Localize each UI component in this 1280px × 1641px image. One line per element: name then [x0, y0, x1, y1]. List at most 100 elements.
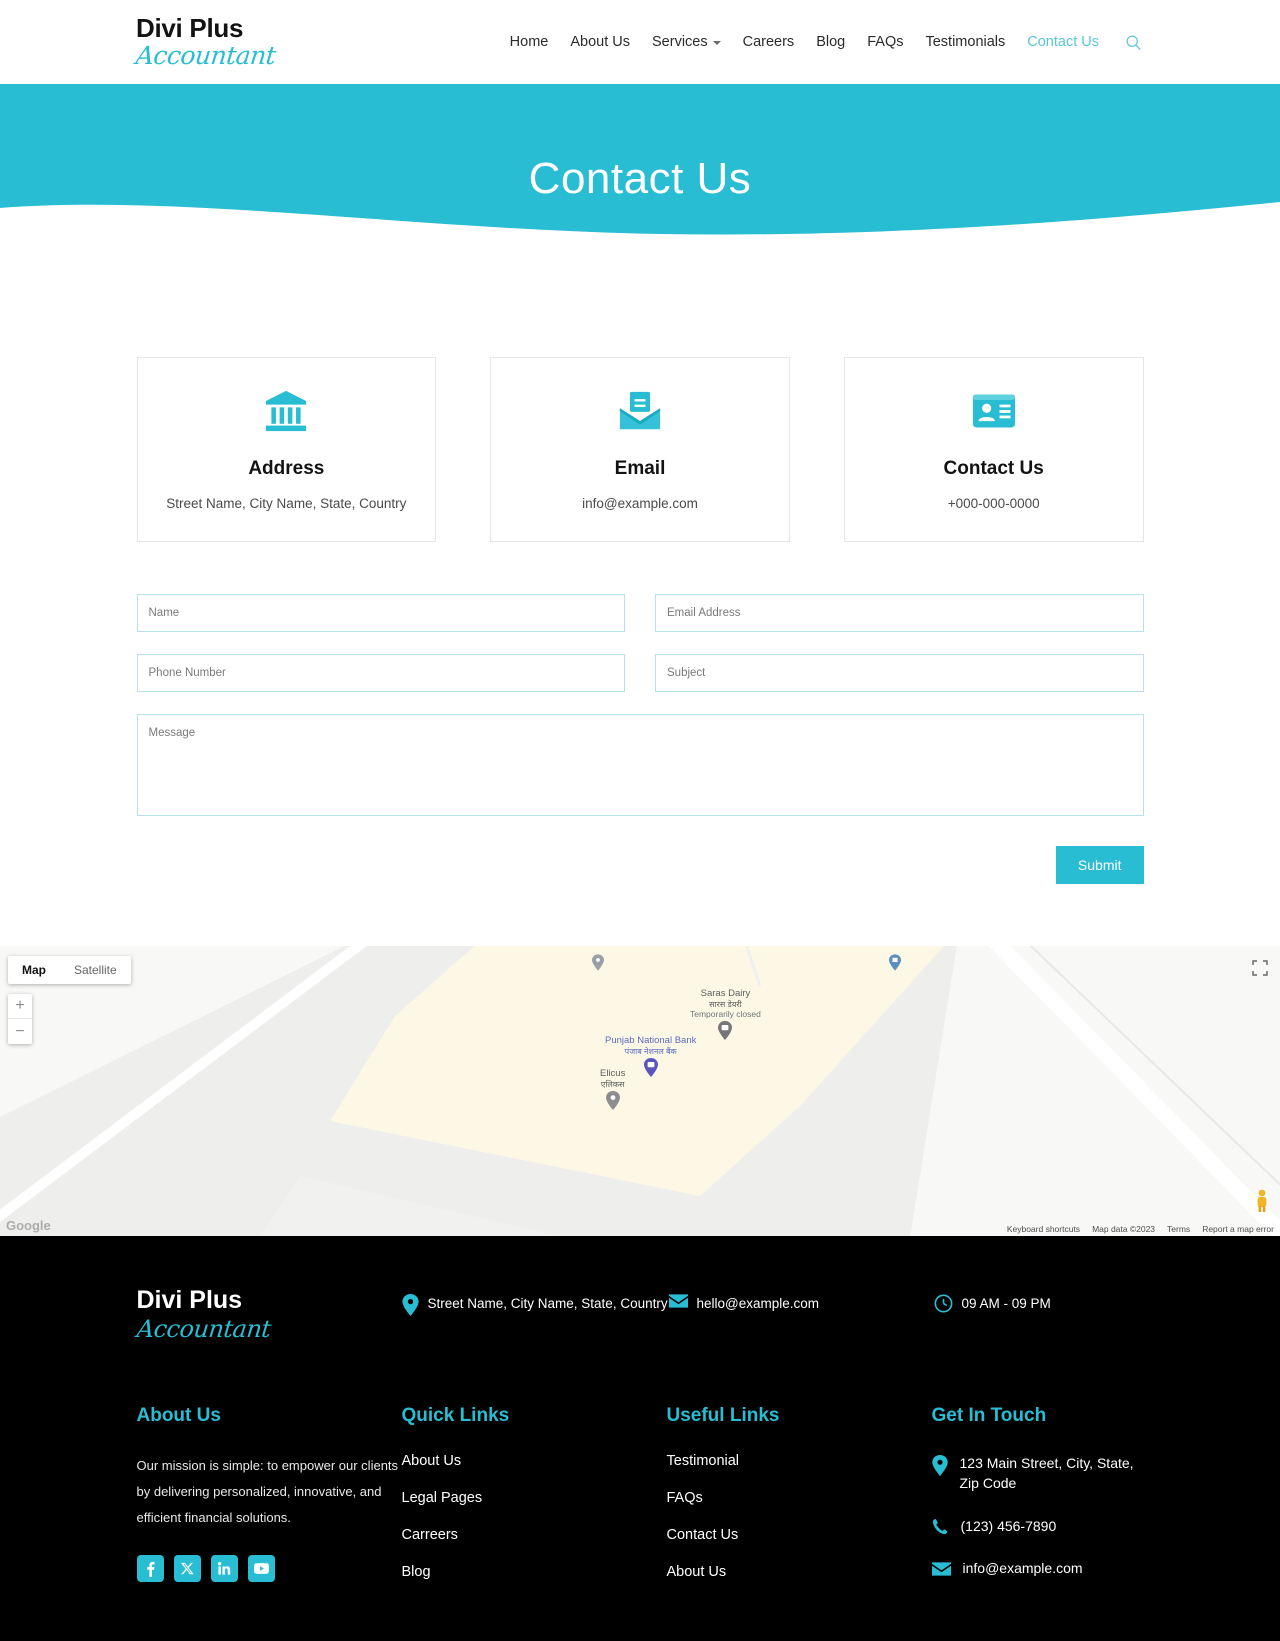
map-marker-icon	[605, 1091, 620, 1111]
footer-logo-primary-text: Divi Plus	[136, 1286, 243, 1314]
hero-wave-divider	[0, 202, 1280, 260]
chevron-down-icon	[712, 41, 721, 45]
footer-link-carreers[interactable]: Carreers	[402, 1527, 667, 1543]
x-twitter-icon[interactable]	[173, 1555, 201, 1582]
footer-link-faqs[interactable]: FAQs	[667, 1490, 932, 1506]
footer-email-text[interactable]: hello@example.com	[697, 1294, 820, 1314]
poi-sublabel: पंजाब नेशनल बैंक	[624, 1046, 677, 1056]
footer-link-testimonial[interactable]: Testimonial	[667, 1453, 932, 1469]
map-data-text: Map data ©2023	[1092, 1224, 1156, 1234]
card-text: Street Name, City Name, State, Country	[166, 496, 407, 511]
email-input[interactable]	[655, 594, 1144, 632]
card-title: Email	[614, 458, 666, 479]
footer-heading-about: About Us	[136, 1405, 221, 1426]
poi-sublabel: एलिकस	[600, 1079, 625, 1089]
footer-column-about: About Us Our mission is simple: to empow…	[136, 1405, 402, 1601]
footer-column-useful-links: Useful Links Testimonial FAQs Contact Us…	[667, 1405, 932, 1601]
linkedin-icon[interactable]	[210, 1555, 238, 1582]
contact-page: Divi Plus Accountant Home About Us Servi…	[0, 0, 1280, 1641]
nav-label: Contact Us	[1027, 34, 1099, 50]
footer-contact-email-text[interactable]: info@example.com	[963, 1558, 1083, 1578]
contact-card-phone: Contact Us +000-000-0000	[843, 357, 1144, 542]
footer-heading-useful-links: Useful Links	[666, 1405, 780, 1426]
facebook-icon[interactable]	[136, 1555, 164, 1582]
map-marker-icon	[718, 1021, 733, 1041]
footer-logo[interactable]: Divi Plus Accountant	[135, 1286, 402, 1344]
zoom-in-button[interactable]: +	[8, 994, 32, 1019]
main-navigation: Home About Us Services Careers Blog FAQs…	[510, 34, 1142, 51]
nav-item-blog[interactable]: Blog	[816, 34, 845, 50]
zoom-out-button[interactable]: −	[8, 1019, 32, 1044]
map-type-toggle[interactable]: Map Satellite	[8, 956, 131, 984]
footer-link-about-us-2[interactable]: About Us	[667, 1564, 932, 1580]
terms-link[interactable]: Terms	[1167, 1224, 1190, 1234]
form-row-2	[136, 654, 1144, 692]
nav-item-testimonials[interactable]: Testimonials	[925, 34, 1005, 50]
footer-heading-quick-links: Quick Links	[401, 1405, 510, 1426]
location-pin-icon	[931, 1455, 948, 1476]
message-textarea[interactable]	[136, 714, 1144, 816]
envelope-icon	[931, 1562, 951, 1576]
map-attribution: Keyboard shortcuts Map data ©2023 Terms …	[1001, 1222, 1280, 1236]
footer-contact-address-text: 123 Main Street, City, State, Zip Code	[959, 1455, 1134, 1492]
open-envelope-icon	[511, 388, 769, 434]
site-footer: Divi Plus Accountant Street Name, City N…	[0, 1236, 1280, 1641]
nav-item-careers[interactable]: Careers	[743, 34, 795, 50]
site-header: Divi Plus Accountant Home About Us Servi…	[0, 0, 1280, 84]
map-zoom-controls[interactable]: + −	[8, 994, 32, 1044]
footer-link-contact-us[interactable]: Contact Us	[667, 1527, 932, 1543]
contact-card-icon	[865, 388, 1123, 434]
map-poi-elicus[interactable]: Elicus एलिकस	[600, 1068, 625, 1115]
nav-label: Careers	[742, 34, 795, 50]
contact-card-email: Email info@example.com	[490, 357, 790, 542]
site-logo[interactable]: Divi Plus Accountant	[134, 12, 336, 70]
phone-input[interactable]	[136, 654, 625, 692]
nav-item-faqs[interactable]: FAQs	[867, 34, 903, 50]
nav-label: FAQs	[867, 34, 904, 50]
map-poi-saras-dairy[interactable]: Saras Dairy सारस डेयरी Temporarily close…	[690, 988, 761, 1045]
subject-input[interactable]	[655, 654, 1144, 692]
contact-cards-section: Address Street Name, City Name, State, C…	[0, 259, 1280, 542]
footer-link-about-us[interactable]: About Us	[402, 1453, 667, 1469]
footer-logo-secondary-text: Accountant	[135, 1315, 272, 1343]
poi-label: Saras Dairy	[700, 988, 751, 999]
footer-link-legal-pages[interactable]: Legal Pages	[402, 1490, 667, 1506]
youtube-icon[interactable]	[247, 1555, 275, 1582]
contact-card-address: Address Street Name, City Name, State, C…	[136, 357, 437, 542]
logo-primary-text: Divi Plus	[136, 12, 244, 43]
keyboard-shortcuts-link[interactable]: Keyboard shortcuts	[1007, 1224, 1080, 1234]
phone-icon	[932, 1518, 947, 1534]
card-text: +000-000-0000	[947, 496, 1040, 511]
nav-label: About Us	[570, 34, 630, 50]
map-type-satellite[interactable]: Satellite	[60, 956, 131, 984]
nav-item-services[interactable]: Services	[652, 34, 721, 50]
search-icon[interactable]	[1125, 34, 1142, 51]
footer-email-block: hello@example.com	[668, 1288, 934, 1314]
name-input[interactable]	[136, 594, 625, 632]
submit-button[interactable]: Submit	[1055, 846, 1144, 884]
map-marker-icon	[643, 1058, 658, 1078]
footer-hours-text: 09 AM - 09 PM	[961, 1296, 1051, 1311]
nav-item-about-us[interactable]: About Us	[570, 34, 630, 50]
card-title: Contact Us	[943, 458, 1044, 479]
page-title: Contact Us	[528, 154, 752, 203]
google-map[interactable]: Map Satellite + − Saras Dairy सारस डेयरी…	[0, 946, 1280, 1236]
footer-column-quick-links: Quick Links About Us Legal Pages Carreer…	[402, 1405, 667, 1601]
footer-address-block: Street Name, City Name, State, Country	[401, 1288, 669, 1316]
card-title: Address	[248, 458, 325, 479]
logo-secondary-text: Accountant	[134, 40, 277, 70]
street-view-pegman-icon[interactable]	[1254, 1189, 1270, 1218]
map-type-map[interactable]: Map	[8, 956, 60, 984]
fullscreen-icon[interactable]	[1252, 960, 1268, 976]
map-canvas	[0, 946, 1280, 1236]
footer-contact-phone-text[interactable]: (123) 456-7890	[961, 1516, 1057, 1536]
footer-link-blog[interactable]: Blog	[402, 1564, 667, 1580]
contact-form-section: Submit	[0, 542, 1280, 884]
report-map-error-link[interactable]: Report a map error	[1202, 1224, 1274, 1234]
envelope-icon	[668, 1294, 688, 1308]
nav-item-home[interactable]: Home	[510, 34, 549, 50]
footer-contact-phone: (123) 456-7890	[932, 1516, 1144, 1536]
nav-item-contact-us[interactable]: Contact Us	[1027, 34, 1099, 50]
footer-hours-block: 09 AM - 09 PM	[934, 1288, 1051, 1314]
map-marker-icon	[592, 954, 604, 971]
